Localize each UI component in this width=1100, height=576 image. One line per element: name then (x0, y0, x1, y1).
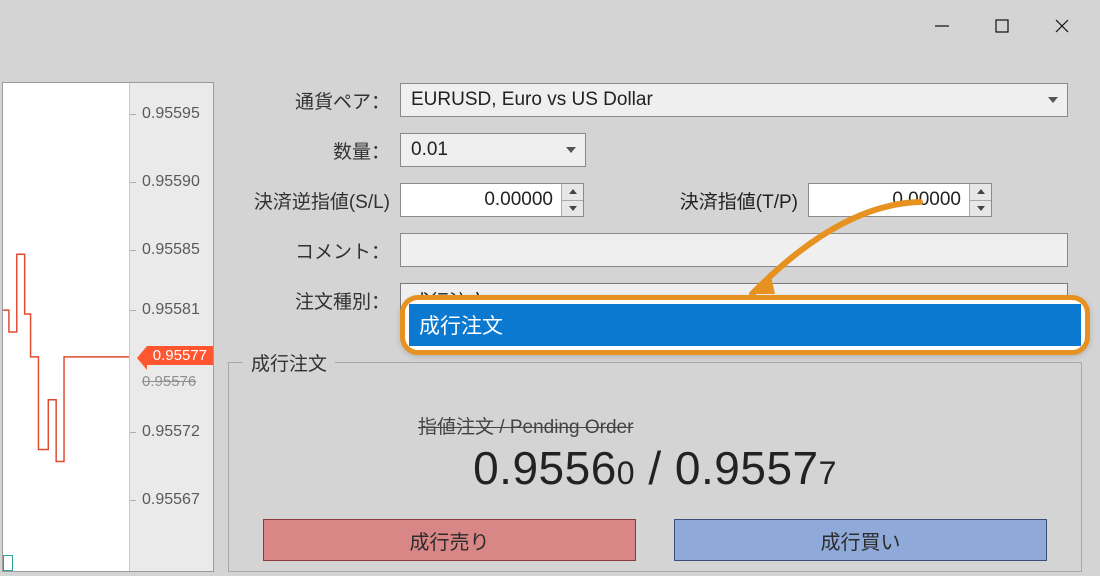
ask-price: 0.95577 (675, 442, 837, 494)
price-chart-line (3, 83, 129, 571)
close-button[interactable] (1032, 4, 1092, 48)
ordertype-option-market[interactable]: 成行注文 (409, 304, 1081, 346)
axis-tick: 0.95585 (142, 241, 200, 259)
comment-label: コメント： (230, 237, 400, 264)
ordertype-label: 注文種別： (230, 287, 400, 314)
current-price-flag: 0.95577 (147, 346, 213, 365)
takeprofit-value: 0.00000 (809, 189, 969, 211)
takeprofit-label: 決済指値(T/P) (638, 187, 808, 214)
chevron-down-icon (1039, 96, 1067, 104)
market-execution-box: 成行注文 0.95560 / 0.95577 成行売り 成行買い (228, 362, 1082, 572)
titlebar (0, 0, 1100, 52)
takeprofit-input[interactable]: 0.00000 (808, 183, 992, 217)
ordertype-dropdown-popup: 成行注文 (400, 295, 1090, 355)
symbol-combo[interactable]: EURUSD, Euro vs US Dollar (400, 83, 1068, 117)
axis-tick: 0.95581 (142, 301, 200, 319)
spinner-up-icon[interactable] (970, 184, 991, 201)
symbol-value: EURUSD, Euro vs US Dollar (401, 89, 1039, 111)
bar-indicator (3, 555, 13, 571)
chevron-down-icon (557, 146, 585, 154)
stoploss-input[interactable]: 0.00000 (400, 183, 584, 217)
price-chart-panel: 0.95595 0.95590 0.95585 0.95581 0.95577 … (2, 82, 214, 572)
volume-value: 0.01 (401, 139, 557, 161)
market-box-title: 成行注文 (243, 349, 335, 376)
prev-price-strike: 0.95576 (142, 373, 196, 390)
spinner-down-icon[interactable] (970, 201, 991, 217)
axis-tick: 0.95590 (142, 173, 200, 191)
spinner-down-icon[interactable] (562, 201, 583, 217)
bid-ask-display: 0.95560 / 0.95577 (229, 441, 1081, 495)
axis-tick: 0.95595 (142, 105, 200, 123)
ordertype-option-pending[interactable]: 指値注文 / Pending Order (418, 412, 1066, 440)
stoploss-value: 0.00000 (401, 189, 561, 211)
comment-input[interactable] (400, 233, 1068, 267)
volume-combo[interactable]: 0.01 (400, 133, 586, 167)
minimize-button[interactable] (912, 4, 972, 48)
bid-price: 0.95560 (473, 442, 635, 494)
market-buy-button[interactable]: 成行買い (674, 519, 1047, 561)
axis-tick: 0.95572 (142, 423, 200, 441)
maximize-button[interactable] (972, 4, 1032, 48)
stoploss-label: 決済逆指値(S/L) (230, 187, 400, 214)
volume-label: 数量： (230, 137, 400, 164)
market-sell-button[interactable]: 成行売り (263, 519, 636, 561)
symbol-label: 通貨ペア： (230, 87, 400, 114)
axis-tick: 0.95567 (142, 491, 200, 509)
spinner-up-icon[interactable] (562, 184, 583, 201)
